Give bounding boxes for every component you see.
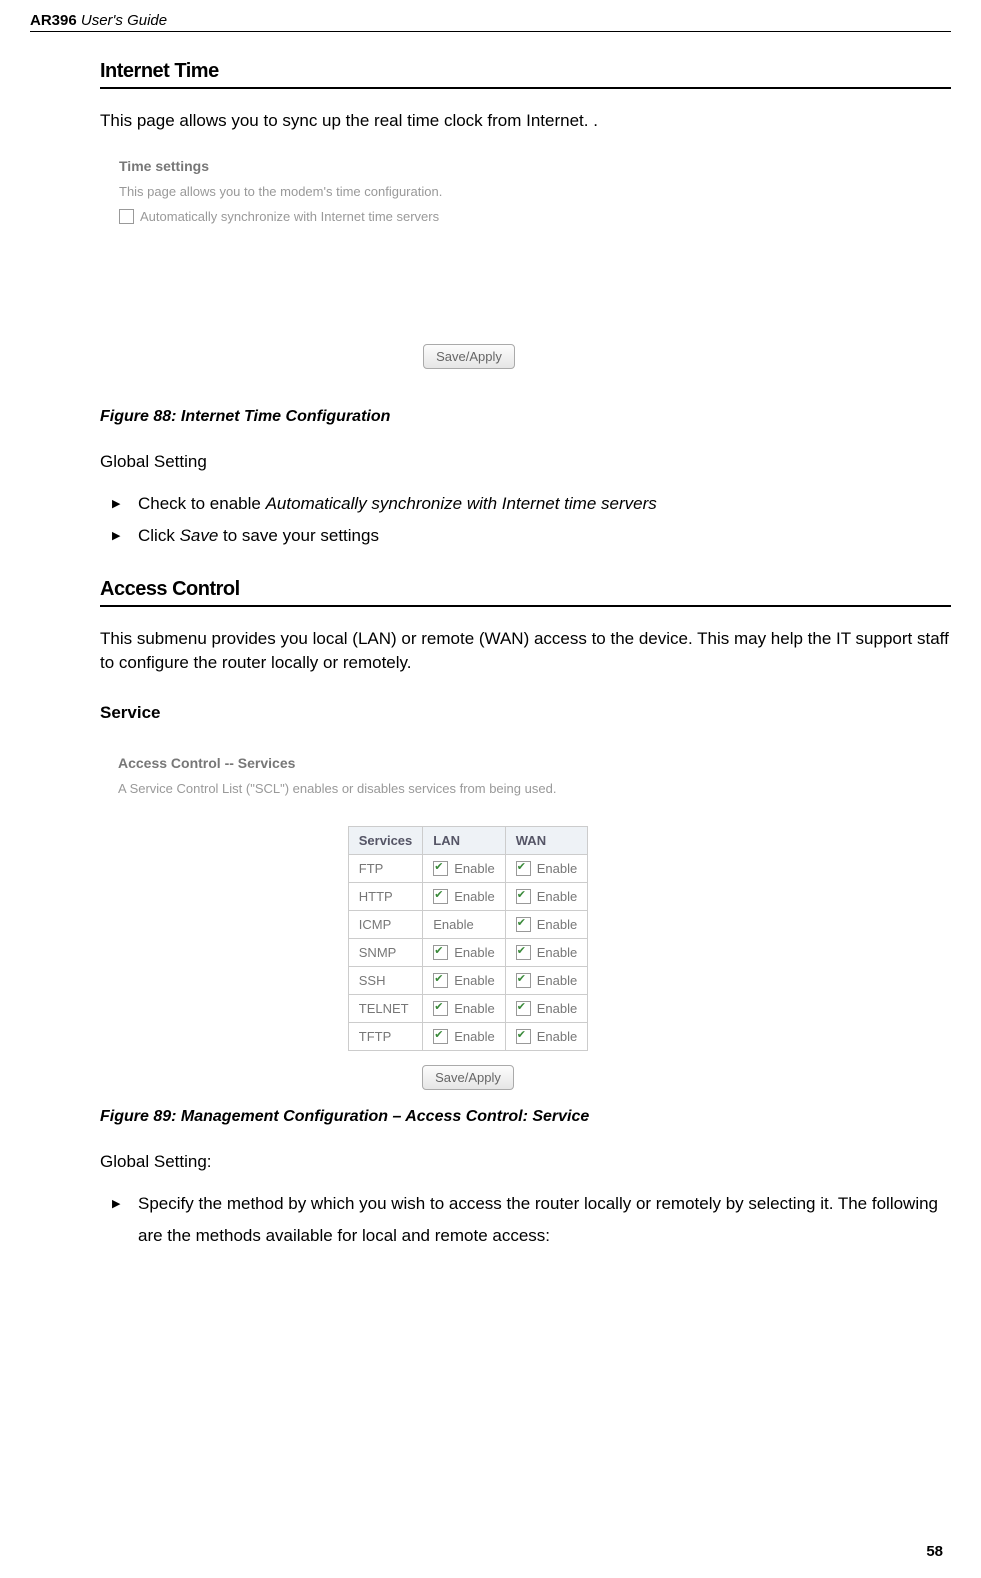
table-row: HTTP Enable Enable	[348, 882, 587, 910]
enable-label: Enable	[537, 945, 577, 960]
wan-enable-checkbox[interactable]	[516, 917, 531, 932]
wan-cell: Enable	[505, 854, 587, 882]
screenshot-time-settings: Time settings This page allows you to th…	[100, 147, 838, 390]
service-name: ICMP	[348, 910, 423, 938]
list-item: Specify the method by which you wish to …	[124, 1188, 951, 1253]
figure-88-caption: Figure 88: Internet Time Configuration	[100, 408, 951, 426]
save-apply-button[interactable]: Save/Apply	[422, 1065, 514, 1090]
service-name: SSH	[348, 966, 423, 994]
table-row: TELNET Enable Enable	[348, 994, 587, 1022]
list-item: Click Save to save your settings	[124, 520, 951, 552]
lan-enable-checkbox[interactable]	[433, 861, 448, 876]
intro-text-2: This submenu provides you local (LAN) or…	[100, 627, 951, 675]
intro-text-1: This page allows you to sync up the real…	[100, 109, 951, 133]
lan-cell: Enable	[423, 1022, 505, 1050]
figure-89-caption: Figure 89: Management Configuration – Ac…	[100, 1108, 951, 1126]
lan-enable-checkbox[interactable]	[433, 1029, 448, 1044]
bullet-list-2: Specify the method by which you wish to …	[100, 1188, 951, 1253]
enable-label: Enable	[537, 1029, 577, 1044]
auto-sync-label: Automatically synchronize with Internet …	[140, 209, 439, 224]
enable-label: Enable	[537, 917, 577, 932]
lan-cell: Enable	[423, 882, 505, 910]
wan-enable-checkbox[interactable]	[516, 1001, 531, 1016]
header-rule	[30, 31, 951, 32]
section-rule	[100, 605, 951, 607]
table-row: SNMP Enable Enable	[348, 938, 587, 966]
lan-cell: Enable	[423, 938, 505, 966]
shot2-title: Access Control -- Services	[118, 755, 818, 771]
section-title-access-control: Access Control	[100, 578, 951, 601]
bullet-list-1: Check to enable Automatically synchroniz…	[100, 488, 951, 553]
wan-enable-checkbox[interactable]	[516, 945, 531, 960]
screenshot-access-control: Access Control -- Services A Service Con…	[100, 741, 818, 1090]
page-header: AR396 User's Guide	[30, 0, 951, 29]
global-setting-label-1: Global Setting	[100, 450, 951, 474]
wan-enable-checkbox[interactable]	[516, 861, 531, 876]
lan-cell: Enable	[423, 854, 505, 882]
enable-label: Enable	[454, 973, 494, 988]
wan-cell: Enable	[505, 882, 587, 910]
enable-label: Enable	[537, 889, 577, 904]
lan-enable-checkbox[interactable]	[433, 973, 448, 988]
col-services: Services	[348, 826, 423, 854]
table-row: TFTP Enable Enable	[348, 1022, 587, 1050]
wan-cell: Enable	[505, 910, 587, 938]
enable-label: Enable	[454, 889, 494, 904]
wan-enable-checkbox[interactable]	[516, 1029, 531, 1044]
lan-cell: Enable	[423, 994, 505, 1022]
services-table: Services LAN WAN FTP Enable Enable HTTP Enab…	[348, 826, 588, 1051]
service-name: SNMP	[348, 938, 423, 966]
enable-label: Enable	[454, 861, 494, 876]
shot1-title: Time settings	[119, 158, 819, 174]
enable-label: Enable	[537, 1001, 577, 1016]
service-name: FTP	[348, 854, 423, 882]
shot1-desc: This page allows you to the modem's time…	[119, 184, 819, 199]
global-setting-label-2: Global Setting:	[100, 1150, 951, 1174]
section-title-internet-time: Internet Time	[100, 60, 951, 83]
enable-label: Enable	[537, 861, 577, 876]
shot2-desc: A Service Control List ("SCL") enables o…	[118, 781, 818, 796]
wan-cell: Enable	[505, 938, 587, 966]
wan-cell: Enable	[505, 966, 587, 994]
enable-label: Enable	[454, 1029, 494, 1044]
enable-label: Enable	[537, 973, 577, 988]
enable-label: Enable	[454, 1001, 494, 1016]
wan-enable-checkbox[interactable]	[516, 889, 531, 904]
save-apply-button[interactable]: Save/Apply	[423, 344, 515, 369]
page-number: 58	[926, 1543, 943, 1560]
wan-enable-checkbox[interactable]	[516, 973, 531, 988]
section-rule	[100, 87, 951, 89]
table-row: SSH Enable Enable	[348, 966, 587, 994]
lan-cell: Enable	[423, 966, 505, 994]
guide-suffix: User's Guide	[77, 12, 167, 29]
lan-enable-checkbox[interactable]	[433, 1001, 448, 1016]
col-wan: WAN	[505, 826, 587, 854]
lan-enable-checkbox[interactable]	[433, 889, 448, 904]
service-name: TELNET	[348, 994, 423, 1022]
list-item: Check to enable Automatically synchroniz…	[124, 488, 951, 520]
wan-cell: Enable	[505, 994, 587, 1022]
service-name: HTTP	[348, 882, 423, 910]
enable-label: Enable	[433, 917, 473, 932]
auto-sync-checkbox[interactable]	[119, 209, 134, 224]
lan-enable-checkbox[interactable]	[433, 945, 448, 960]
enable-label: Enable	[454, 945, 494, 960]
product-name: AR396	[30, 12, 77, 29]
lan-cell: Enable	[423, 910, 505, 938]
col-lan: LAN	[423, 826, 505, 854]
subheading-service: Service	[100, 703, 951, 723]
table-row: FTP Enable Enable	[348, 854, 587, 882]
wan-cell: Enable	[505, 1022, 587, 1050]
service-name: TFTP	[348, 1022, 423, 1050]
table-row: ICMP Enable Enable	[348, 910, 587, 938]
